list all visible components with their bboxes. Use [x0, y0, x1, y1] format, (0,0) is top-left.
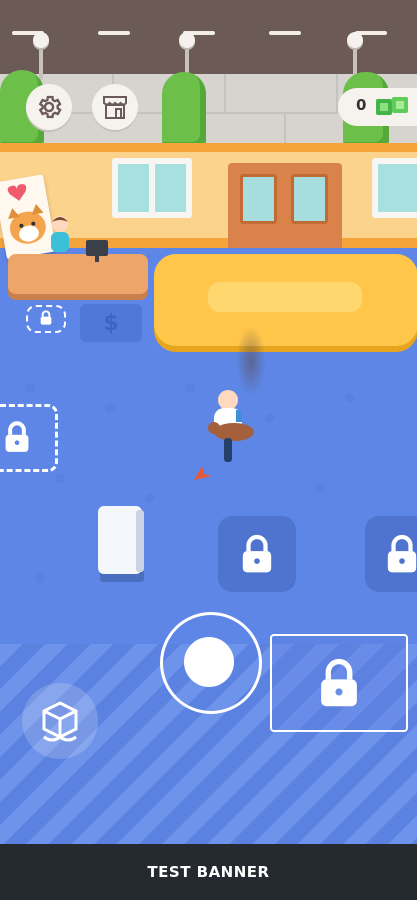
- street-lamp-light: [33, 32, 49, 48]
- street-lamp-light: [347, 32, 363, 48]
- cash-icon: [374, 95, 410, 117]
- waiting-mat-center: [208, 282, 362, 312]
- shop-button[interactable]: [92, 84, 138, 130]
- exam-bed: [96, 504, 148, 582]
- hedge: [162, 72, 206, 148]
- test-banner[interactable]: TEST BANNER: [0, 844, 417, 900]
- street-lamp-light: [179, 32, 195, 48]
- lane-marking: [269, 31, 301, 35]
- locked-slot-small[interactable]: [26, 305, 66, 333]
- lock-icon: [40, 310, 52, 325]
- wall-trim: [0, 143, 417, 152]
- package-icon: [42, 701, 78, 742]
- window: [372, 158, 417, 218]
- receptionist: [48, 214, 72, 254]
- lock-icon: [242, 534, 272, 573]
- computer-monitor: [84, 240, 110, 264]
- joystick-knob[interactable]: [184, 637, 234, 687]
- sidewalk-tile: [224, 74, 338, 114]
- shop-icon: [103, 96, 127, 119]
- dust-trail: [236, 326, 266, 396]
- lock-icon: [321, 658, 357, 707]
- money-value: 0: [356, 96, 367, 114]
- reception-counter: [8, 254, 148, 294]
- dollar-symbol: $: [103, 310, 119, 336]
- settings-button[interactable]: [26, 84, 72, 130]
- lock-icon: [5, 421, 29, 452]
- banner-text: TEST BANNER: [147, 863, 270, 881]
- locked-expansion[interactable]: [270, 634, 408, 732]
- door-glass: [291, 174, 328, 224]
- lane-marking: [98, 31, 130, 35]
- entrance-door: [228, 163, 342, 248]
- locked-slot-left[interactable]: [0, 404, 58, 472]
- direction-arrow: [192, 464, 214, 484]
- package-button[interactable]: [22, 683, 98, 759]
- gear-icon: [38, 95, 62, 119]
- window: [112, 158, 192, 218]
- player-character: [206, 388, 258, 466]
- locked-slot[interactable]: [218, 516, 296, 592]
- locked-slot-right[interactable]: [365, 516, 417, 592]
- door-glass: [240, 174, 277, 224]
- lock-icon: [387, 534, 417, 573]
- cash-drop-tile[interactable]: $: [80, 304, 142, 342]
